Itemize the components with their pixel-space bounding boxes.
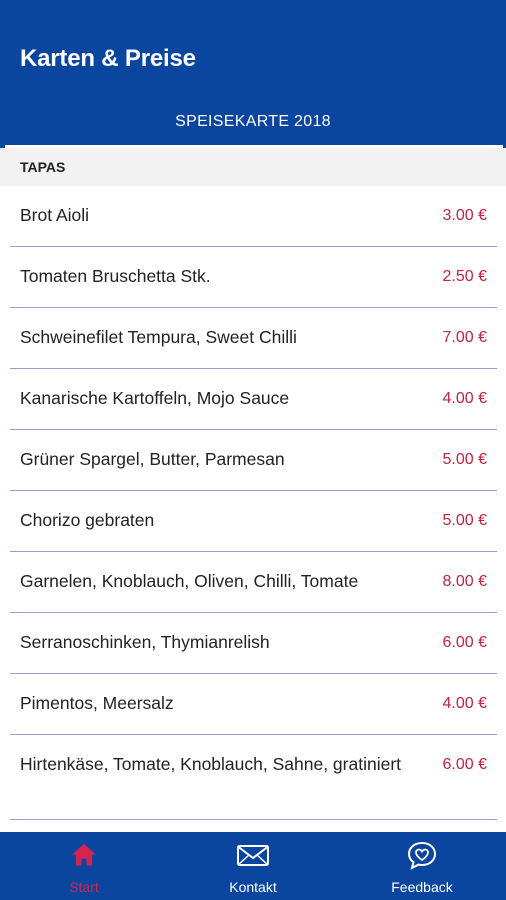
item-price: 5.00 € [442,512,487,529]
section-header: TAPAS [0,148,506,186]
home-icon [0,840,168,870]
nav-label: Kontakt [229,879,277,895]
item-price: 5.00 € [442,451,487,468]
item-name: Kanarische Kartoffeln, Mojo Sauce [20,388,290,408]
item-price: 6.00 € [442,634,487,651]
item-price: 7.00 € [442,329,487,346]
nav-label: Start [69,879,99,895]
item-name: Serranoschinken, Thymianrelish [20,632,270,652]
item-name: Schweinefilet Tempura, Sweet Chilli [20,327,297,347]
list-item[interactable]: Tomaten Bruschetta Stk. 2.50 € [10,247,497,308]
list-item[interactable]: Pimentos, Meersalz 4.00 € [10,674,497,735]
heart-chat-icon [338,840,506,870]
nav-feedback[interactable]: Feedback [338,832,506,900]
item-name: Pimentos, Meersalz [20,693,174,713]
item-price: 4.00 € [442,390,487,407]
menu-list[interactable]: Brot Aioli 3.00 € Tomaten Bruschetta Stk… [0,186,506,832]
tab-speisekarte[interactable]: SPEISEKARTE 2018 [0,100,506,144]
item-name: Hirtenkäse, Tomate, Knoblauch, Sahne, gr… [20,754,402,774]
bottom-nav: Start Kontakt Feedback [0,832,506,900]
list-item[interactable]: Hirtenkäse, Tomate, Knoblauch, Sahne, gr… [10,735,497,820]
item-price: 4.00 € [442,695,487,712]
list-item[interactable]: Grüner Spargel, Butter, Parmesan 5.00 € [10,430,497,491]
item-name: Garnelen, Knoblauch, Oliven, Chilli, Tom… [20,571,359,591]
item-price: 2.50 € [442,268,487,285]
nav-kontakt[interactable]: Kontakt [169,832,337,900]
list-item[interactable]: Brot Aioli 3.00 € [10,186,497,247]
nav-label: Feedback [391,879,453,895]
item-name: Grüner Spargel, Butter, Parmesan [20,449,285,469]
section-title: TAPAS [20,159,66,175]
item-name: Tomaten Bruschetta Stk. [20,266,211,286]
list-item[interactable]: Schweinefilet Tempura, Sweet Chilli 7.00… [10,308,497,369]
item-price: 8.00 € [442,573,487,590]
nav-start[interactable]: Start [0,832,168,900]
item-name: Chorizo gebraten [20,510,155,530]
list-item[interactable]: Serranoschinken, Thymianrelish 6.00 € [10,613,497,674]
list-item[interactable]: Garnelen, Knoblauch, Oliven, Chilli, Tom… [10,552,497,613]
page-title: Karten & Preise [20,45,196,72]
app-bar: Karten & Preise SPEISEKARTE 2018 [0,0,506,148]
list-item[interactable]: Chorizo gebraten 5.00 € [10,491,497,552]
item-name: Brot Aioli [20,205,90,225]
item-price: 6.00 € [442,756,487,773]
mail-icon [169,840,337,870]
list-item[interactable]: Kanarische Kartoffeln, Mojo Sauce 4.00 € [10,369,497,430]
item-price: 3.00 € [442,207,487,224]
